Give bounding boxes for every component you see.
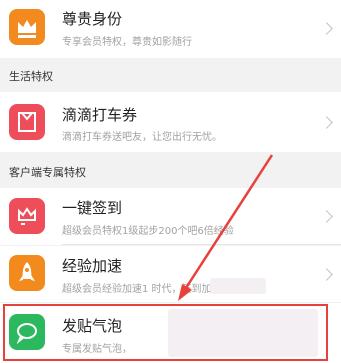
speech-bubble-icon	[9, 314, 45, 350]
list-item-one-click-signin[interactable]: 一键签到 超级会员特权1级起步200个吧6倍经验	[0, 188, 341, 245]
section-title: 客户端专属特权	[9, 166, 86, 179]
item-description: 滴滴打车券送吧友，让您出行无忧。	[62, 132, 222, 143]
item-description: 超级会员特权1级起步200个吧6倍经验	[62, 226, 234, 237]
item-description: 专属发贴气泡，	[62, 344, 132, 355]
list-item-post-bubble[interactable]: 发贴气泡 专属发贴气泡，	[0, 303, 341, 363]
blurred-overlay	[210, 278, 266, 294]
crown-icon	[9, 9, 45, 45]
item-title: 经验加速	[62, 257, 123, 275]
item-title: 发贴气泡	[62, 317, 123, 335]
privilege-list: 尊贵身份 专享会员特权，尊贵如影随行 生活特权 滴滴打车券 滴滴打车券送吧友，让…	[0, 0, 341, 363]
signin-crown-icon	[9, 198, 45, 234]
chevron-right-icon	[320, 210, 333, 223]
item-title: 滴滴打车券	[62, 106, 138, 124]
chevron-right-icon	[320, 268, 333, 281]
section-title: 生活特权	[9, 70, 53, 83]
blurred-overlay	[168, 309, 318, 357]
chevron-right-icon	[320, 22, 333, 35]
list-item-exp-boost[interactable]: 经验加速 超级会员经验加速1 时代，签到加速6倍	[0, 246, 341, 302]
rocket-icon	[9, 255, 45, 291]
row-divider	[62, 244, 341, 245]
item-title: 一键签到	[62, 199, 123, 217]
section-header-life: 生活特权	[0, 64, 341, 88]
chevron-right-icon	[320, 116, 333, 129]
list-item-didi-coupon[interactable]: 滴滴打车券 滴滴打车券送吧友，让您出行无忧。	[0, 92, 341, 152]
item-description: 专享会员特权，尊贵如影随行	[62, 37, 192, 48]
list-item-vip-identity[interactable]: 尊贵身份 专享会员特权，尊贵如影随行	[0, 0, 341, 58]
item-title: 尊贵身份	[62, 10, 123, 28]
section-header-client: 客户端专属特权	[0, 160, 341, 184]
coupon-icon	[9, 104, 45, 140]
